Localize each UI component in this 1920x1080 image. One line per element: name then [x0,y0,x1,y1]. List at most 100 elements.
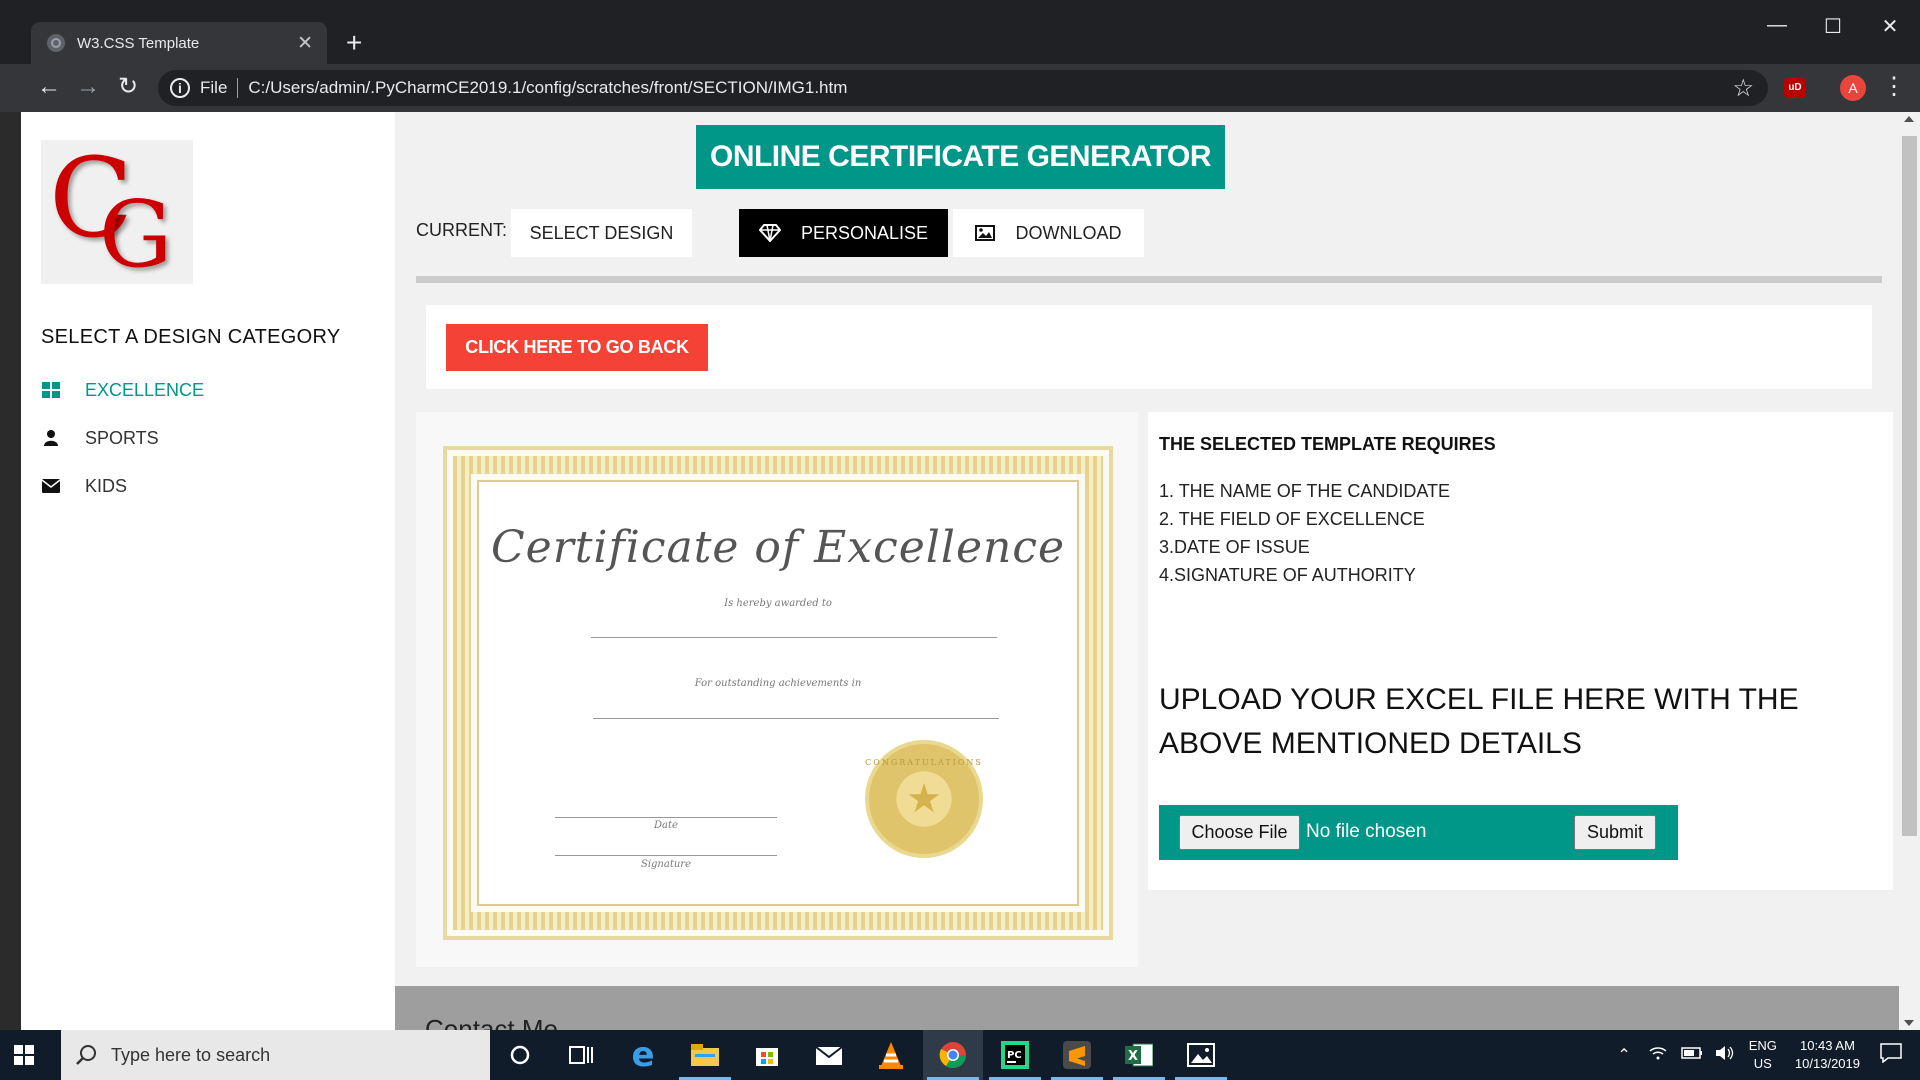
wifi-icon[interactable] [1649,1046,1667,1065]
svg-text:X: X [1128,1049,1138,1064]
scroll-up-icon[interactable] [1904,116,1914,122]
congratulations-seal: CONGRATULATIONS ★ [865,740,983,858]
step-label: PERSONALISE [800,222,929,243]
vlc-icon[interactable] [861,1030,921,1080]
more-menu-icon[interactable]: ⋮ [1882,73,1906,101]
store-icon[interactable] [737,1030,797,1080]
grid-icon [41,382,61,398]
star-icon: ★ [906,777,942,821]
globe-icon [47,34,65,52]
signature-line [555,855,777,856]
submit-button[interactable]: Submit [1574,815,1656,850]
certificate-heading: Certificate of Excellence [490,522,1065,573]
browser-tab-bar: W3.CSS Template ✕ + — ☐ ✕ [0,0,1920,64]
mail-icon[interactable] [799,1030,859,1080]
browser-toolbar: ← → ↻ i File C:/Users/admin/.PyCharmCE20… [0,64,1920,112]
taskbar-search[interactable]: Type here to search [61,1030,490,1080]
logo-mark: C G [49,146,173,278]
tab-close-icon[interactable]: ✕ [297,32,313,55]
lang-code: ENG [1748,1038,1777,1053]
system-tray: ⌃ ENG US 10:43 AM 10/13/2019 [1617,1030,1920,1080]
requirements-card: THE SELECTED TEMPLATE REQUIRES 1. THE NA… [1148,412,1893,890]
url-scheme: File [200,78,239,98]
new-tab-icon[interactable]: + [346,28,362,58]
volume-icon[interactable] [1715,1045,1735,1066]
sidebar-item-kids[interactable]: KIDS [41,470,361,502]
certificate-body: Certificate of Excellence Is hereby awar… [477,480,1079,906]
back-card: CLICK HERE TO GO BACK [426,305,1872,389]
back-arrow-icon[interactable]: ← [34,74,64,100]
sidebar-item-sports[interactable]: SPORTS [41,422,361,454]
sidebar-item-label: EXCELLENCE [85,379,205,400]
step-label: SELECT DESIGN [529,222,674,243]
address-bar[interactable]: i File C:/Users/admin/.PyCharmCE2019.1/c… [158,70,1768,106]
contact-section: Contact Me [395,986,1920,1030]
current-step-label: CURRENT: [416,220,508,240]
url-text[interactable]: C:/Users/admin/.PyCharmCE2019.1/config/s… [248,78,1732,98]
battery-icon[interactable] [1681,1046,1703,1064]
page-title: ONLINE CERTIFICATE GENERATOR [696,125,1225,189]
sidebar-title: SELECT A DESIGN CATEGORY [41,326,341,348]
chrome-icon[interactable] [923,1030,983,1080]
info-icon[interactable]: i [170,78,190,98]
go-back-button[interactable]: CLICK HERE TO GO BACK [446,324,708,371]
sidebar-item-excellence[interactable]: EXCELLENCE [41,374,361,406]
step-select-design[interactable]: SELECT DESIGN [511,209,692,257]
date-line [555,817,777,818]
language-indicator[interactable]: ENG US [1749,1037,1777,1073]
clock[interactable]: 10:43 AM 10/13/2019 [1795,1037,1860,1073]
scrollbar-thumb[interactable] [1902,136,1917,836]
tab-title: W3.CSS Template [77,34,200,52]
minimize-icon[interactable]: — [1762,14,1792,37]
cg-logo: C G [41,140,193,284]
excel-icon[interactable]: X [1109,1030,1169,1080]
date-label: Date [654,820,678,831]
region-code: US [1753,1056,1772,1071]
sublime-icon[interactable] [1047,1030,1107,1080]
step-label: DOWNLOAD [1015,222,1122,243]
chevron-up-icon[interactable]: ⌃ [1617,1045,1630,1065]
page-scrollbar[interactable] [1899,112,1920,1030]
svg-text:PC: PC [1007,1050,1022,1061]
maximize-icon[interactable]: ☐ [1818,14,1848,39]
requirement-item: 3.DATE OF ISSUE [1159,537,1310,557]
sidebar: C G SELECT A DESIGN CATEGORY EXCELLENCE … [21,112,395,1030]
search-placeholder: Type here to search [111,1044,271,1065]
clock-time: 10:43 AM [1799,1038,1855,1053]
image-icon [975,225,996,241]
bookmark-star-icon[interactable]: ☆ [1732,74,1754,103]
name-line [591,637,997,638]
seal-text: CONGRATULATIONS [865,758,983,767]
diamond-icon [758,224,781,242]
clock-date: 10/13/2019 [1794,1056,1860,1071]
signature-label: Signature [640,859,691,870]
windows-start-icon[interactable] [14,1045,34,1065]
left-window-edge [0,112,21,1030]
profile-avatar[interactable]: A [1840,75,1866,101]
browser-tab[interactable]: W3.CSS Template ✕ [31,22,327,64]
step-personalise[interactable]: PERSONALISE [739,209,948,257]
requirement-item: 1. THE NAME OF THE CANDIDATE [1159,481,1451,501]
choose-file-button[interactable]: Choose File [1179,815,1300,850]
forward-arrow-icon[interactable]: → [73,74,103,100]
page-viewport: C G SELECT A DESIGN CATEGORY EXCELLENCE … [21,112,1920,1030]
notifications-icon[interactable] [1880,1042,1902,1068]
requirement-item: 4.SIGNATURE OF AUTHORITY [1159,565,1416,585]
reload-icon[interactable]: ↻ [113,74,143,100]
progress-divider [416,276,1882,283]
achievements-text: For outstanding achievements in [694,678,862,689]
close-window-icon[interactable]: ✕ [1875,14,1905,39]
main-content: ONLINE CERTIFICATE GENERATOR CURRENT: SE… [395,112,1920,1030]
file-explorer-icon[interactable] [675,1030,735,1080]
awarded-text: Is hereby awarded to [724,598,832,609]
ublock-extension-icon[interactable]: uD [1784,78,1806,98]
edge-icon[interactable]: e [613,1030,673,1080]
scroll-down-icon[interactable] [1904,1020,1914,1026]
step-download[interactable]: DOWNLOAD [953,209,1144,257]
cortana-icon[interactable] [490,1030,550,1080]
svg-text:G: G [99,181,173,278]
search-icon [75,1044,97,1066]
pycharm-icon[interactable]: PC [985,1030,1045,1080]
photos-icon[interactable] [1171,1030,1231,1080]
task-view-icon[interactable] [551,1030,611,1080]
